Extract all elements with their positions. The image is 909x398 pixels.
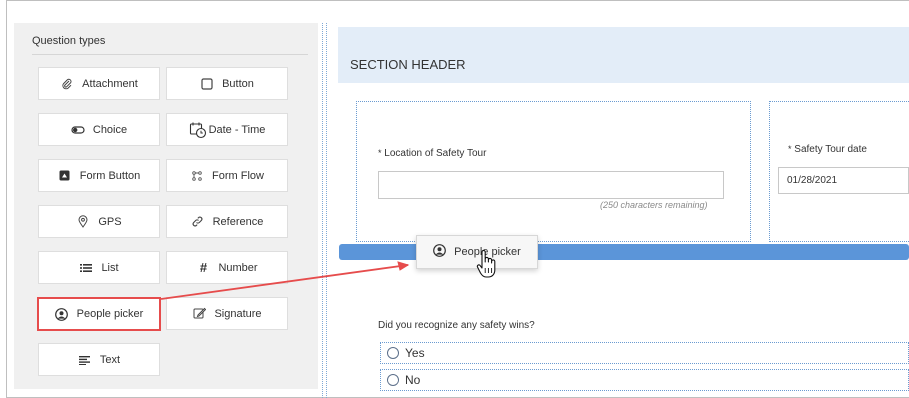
question-type-label: Button — [222, 77, 254, 90]
radio-option-no[interactable]: No — [380, 369, 909, 391]
panel-title: Question types — [32, 35, 106, 47]
signature-edit-icon — [192, 307, 206, 321]
form-flow-icon — [190, 169, 204, 183]
required-mark: * — [788, 144, 792, 154]
section-header[interactable]: SECTION HEADER — [338, 27, 909, 83]
map-pin-icon — [76, 215, 90, 229]
question-type-form-button[interactable]: Form Button — [38, 159, 160, 192]
radio-option-yes[interactable]: Yes — [380, 342, 909, 364]
characters-remaining: (250 characters remaining) — [600, 200, 708, 210]
question-type-label: Reference — [212, 215, 264, 228]
person-circle-icon — [433, 244, 447, 260]
question-type-signature[interactable]: Signature — [166, 297, 288, 330]
question-type-label: Attachment — [82, 77, 138, 90]
question-type-label: Signature — [214, 307, 262, 320]
radio-option-label: Yes — [405, 346, 425, 360]
paperclip-icon — [60, 77, 74, 91]
question-type-date-time[interactable]: Date - Time — [166, 113, 288, 146]
form-button-icon — [58, 169, 72, 183]
checkbox-square-icon — [200, 77, 214, 91]
question-label: Did you recognize any safety wins? — [378, 320, 535, 331]
calendar-clock-icon — [189, 121, 207, 139]
location-input[interactable] — [378, 171, 724, 199]
question-type-label: People picker — [76, 308, 144, 320]
hand-cursor-icon — [476, 250, 496, 278]
question-type-label: Text — [99, 353, 121, 366]
question-type-form-flow[interactable]: Form Flow — [166, 159, 288, 192]
radio-option-label: No — [405, 373, 421, 387]
question-type-gps[interactable]: GPS — [38, 205, 160, 238]
question-type-label: Number — [218, 261, 258, 274]
question-type-label: Choice — [92, 123, 128, 136]
question-type-label: Form Flow — [212, 169, 264, 182]
hash-icon: # — [199, 260, 208, 275]
panel-divider — [32, 54, 308, 55]
text-lines-icon — [78, 353, 92, 367]
location-label: * Location of Safety Tour — [378, 148, 487, 159]
question-type-text[interactable]: Text — [38, 343, 160, 376]
question-type-label: List — [101, 261, 119, 274]
question-type-label: GPS — [98, 215, 122, 228]
toggle-icon — [71, 123, 85, 137]
tour-date-label: * Safety Tour date — [788, 144, 867, 155]
tour-date-input[interactable]: 01/28/2021 — [778, 167, 909, 194]
radio-circle[interactable] — [387, 347, 399, 359]
question-type-people-picker[interactable]: People picker — [37, 297, 161, 331]
radio-circle[interactable] — [387, 374, 399, 386]
person-circle-icon — [55, 307, 69, 321]
list-icon — [79, 261, 93, 275]
panel-canvas-divider — [326, 23, 327, 398]
question-type-number[interactable]: # Number — [166, 251, 288, 284]
required-mark: * — [378, 148, 382, 158]
question-type-choice[interactable]: Choice — [38, 113, 160, 146]
panel-canvas-divider — [322, 23, 323, 398]
question-type-label: Form Button — [79, 169, 141, 182]
link-icon — [191, 215, 205, 229]
question-type-attachment[interactable]: Attachment — [38, 67, 160, 100]
question-type-label: Date - Time — [208, 123, 266, 136]
question-type-button[interactable]: Button — [166, 67, 288, 100]
question-type-list[interactable]: List — [38, 251, 160, 284]
question-type-reference[interactable]: Reference — [166, 205, 288, 238]
